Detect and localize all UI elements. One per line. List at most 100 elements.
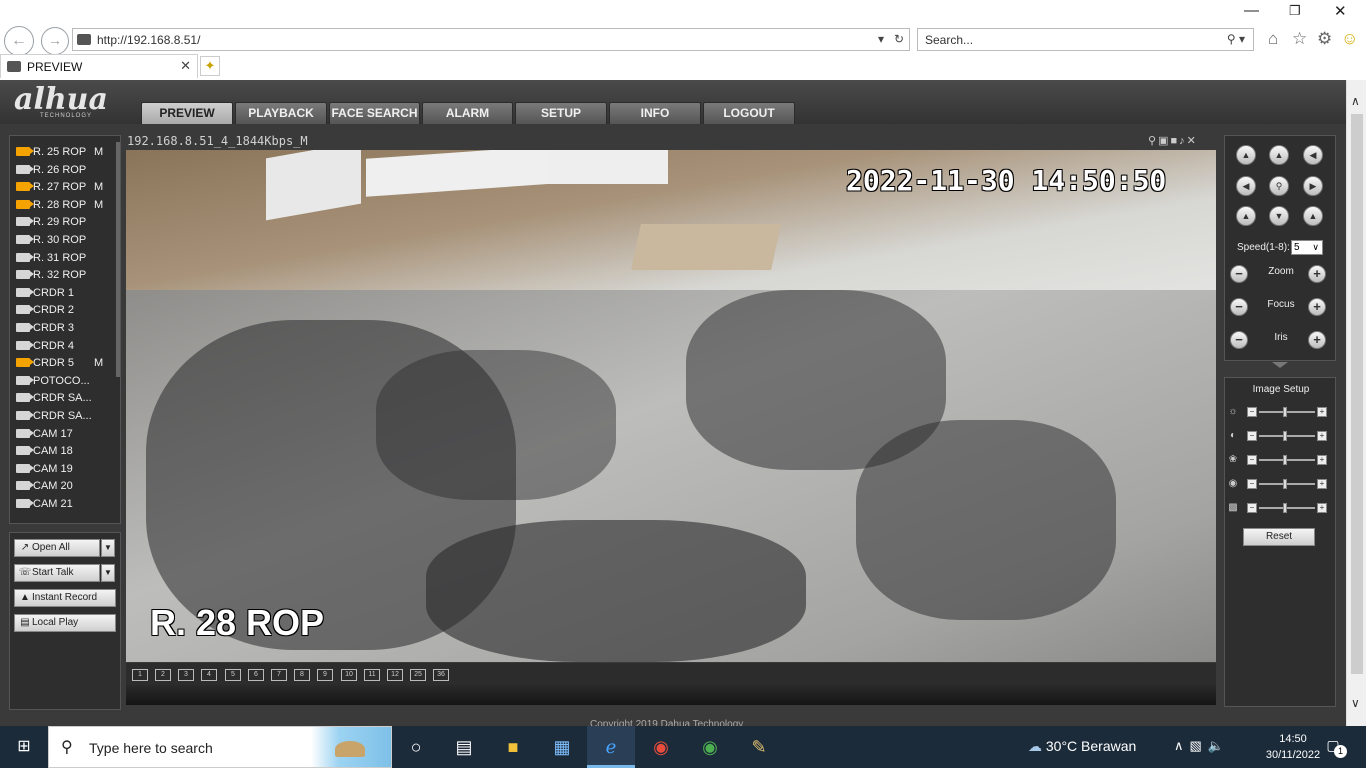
internet-explorer-icon[interactable]: ℯ (587, 726, 635, 768)
file-explorer-icon[interactable]: ■ (489, 726, 537, 768)
close-video-icon[interactable]: ✕ (1187, 135, 1198, 147)
saturation-minus[interactable]: − (1247, 455, 1257, 465)
tab-alarm[interactable]: ALARM (422, 102, 513, 124)
layout-7-icon[interactable]: 7 (271, 669, 287, 681)
windows-start-icon[interactable]: ⊞ (0, 726, 48, 768)
tab-logout[interactable]: LOGOUT (703, 102, 795, 124)
reset-button[interactable]: Reset (1243, 528, 1315, 546)
slider-knob[interactable] (1283, 479, 1287, 489)
refresh-icon[interactable]: ↻ (894, 32, 904, 46)
tab-close-icon[interactable]: ✕ (180, 58, 191, 74)
layout-1-icon[interactable]: 1 (132, 669, 148, 681)
brightness-slider[interactable]: ☼ − + (1227, 406, 1333, 418)
ptz-down-icon[interactable]: ▼ (1269, 206, 1289, 226)
tab-playback[interactable]: PLAYBACK (235, 102, 327, 124)
brightness-minus[interactable]: − (1247, 407, 1257, 417)
layout-12-icon[interactable]: 12 (387, 669, 403, 681)
close-icon[interactable]: ✕ (1334, 2, 1347, 20)
channel-item[interactable]: CRDR 1 (16, 287, 74, 304)
contrast-plus[interactable]: + (1317, 431, 1327, 441)
contrast-slider[interactable]: ◐ − + (1227, 430, 1333, 442)
slider-knob[interactable] (1283, 407, 1287, 417)
ptz-right-icon[interactable]: ▶ (1303, 176, 1323, 196)
chrome-profile-icon[interactable]: ◉ (686, 726, 734, 768)
minimize-icon[interactable]: — (1244, 2, 1259, 19)
channel-item[interactable]: R. 31 ROP (16, 252, 86, 269)
zoom-out-button[interactable]: − (1230, 265, 1248, 283)
slider-knob[interactable] (1283, 431, 1287, 441)
audio-icon[interactable]: ♪ (1179, 135, 1187, 147)
smiley-feedback-icon[interactable]: ☺ (1341, 29, 1358, 49)
ptz-down-right-icon[interactable]: ▲ (1303, 206, 1323, 226)
instant-record-button[interactable]: ▲ Instant Record (14, 589, 116, 607)
layout-6-icon[interactable]: 6 (248, 669, 264, 681)
channel-item[interactable]: R. 29 ROP (16, 216, 86, 233)
contrast-minus[interactable]: − (1247, 431, 1257, 441)
favorites-star-icon[interactable]: ☆ (1292, 29, 1307, 49)
focus-plus-button[interactable]: + (1308, 298, 1326, 316)
search-icon[interactable]: ⚲ ▾ (1227, 32, 1245, 46)
weather-widget[interactable]: ☁ 30°C Berawan (1028, 738, 1136, 755)
paint-icon[interactable]: ✎ (735, 726, 783, 768)
new-tab-icon[interactable]: ✦ (200, 56, 220, 76)
layout-5-icon[interactable]: 5 (225, 669, 241, 681)
cortana-icon[interactable]: ○ (392, 726, 440, 768)
taskbar-clock[interactable]: 14:50 30/11/2022 (1258, 731, 1328, 763)
sharpness-minus[interactable]: − (1247, 503, 1257, 513)
ptz-up-icon[interactable]: ▲ (1269, 145, 1289, 165)
start-talk-dropdown[interactable]: ▼ (101, 564, 115, 582)
saturation-plus[interactable]: + (1317, 455, 1327, 465)
scroll-thumb[interactable] (1351, 114, 1363, 674)
channel-item[interactable]: R. 30 ROP (16, 234, 86, 251)
channel-item[interactable]: R. 27 ROP M (16, 181, 103, 198)
scroll-up-icon[interactable]: ∧ (1351, 94, 1360, 108)
layout-25-icon[interactable]: 25 (410, 669, 426, 681)
iris-minus-button[interactable]: − (1230, 331, 1248, 349)
address-bar[interactable]: http://192.168.8.51/ ▾ ↻ (72, 28, 910, 51)
ptz-up-left-icon[interactable]: ▲ (1236, 145, 1256, 165)
channel-item[interactable]: R. 26 ROP (16, 164, 86, 181)
ptz-center-icon[interactable]: ⚲ (1269, 176, 1289, 196)
channel-item[interactable]: CRDR SA... (16, 392, 92, 409)
forward-icon[interactable]: → (41, 27, 69, 55)
digital-zoom-icon[interactable]: ⚲ (1148, 135, 1158, 147)
hue-plus[interactable]: + (1317, 479, 1327, 489)
search-box[interactable]: Search... ⚲ ▾ (917, 28, 1254, 51)
channel-item[interactable]: CAM 18 (16, 445, 73, 462)
slider-knob[interactable] (1283, 455, 1287, 465)
channel-item[interactable]: CAM 19 (16, 463, 73, 480)
page-scrollbar[interactable]: ∧ ∨ (1346, 80, 1366, 726)
volume-icon[interactable]: 🔈 (1208, 738, 1230, 753)
layout-36-icon[interactable]: 36 (433, 669, 449, 681)
chevron-up-icon[interactable]: ∧ (1174, 738, 1190, 753)
layout-8-icon[interactable]: 8 (294, 669, 310, 681)
layout-11-icon[interactable]: 11 (364, 669, 380, 681)
layout-9-icon[interactable]: 9 (317, 669, 333, 681)
layout-2-icon[interactable]: 2 (155, 669, 171, 681)
start-talk-button[interactable]: ☏Start Talk ▼ (14, 564, 115, 582)
brightness-plus[interactable]: + (1317, 407, 1327, 417)
network-icon[interactable]: ▧ (1190, 738, 1208, 753)
open-all-dropdown[interactable]: ▼ (101, 539, 115, 557)
channel-item[interactable]: R. 25 ROP M (16, 146, 103, 163)
channel-list-scrollbar[interactable] (116, 142, 120, 377)
live-video-view[interactable]: 2022-11-30 14:50:50 R. 28 ROP (126, 150, 1216, 662)
channel-item[interactable]: POTOCO... (16, 375, 90, 392)
ptz-down-left-icon[interactable]: ▲ (1236, 206, 1256, 226)
ptz-left-icon[interactable]: ◀ (1236, 176, 1256, 196)
hue-slider[interactable]: ◉ − + (1227, 478, 1333, 490)
tab-info[interactable]: INFO (609, 102, 701, 124)
channel-item[interactable]: CAM 20 (16, 480, 73, 497)
back-icon[interactable]: ← (4, 26, 34, 56)
channel-item[interactable]: CRDR 4 (16, 340, 74, 357)
slider-knob[interactable] (1283, 503, 1287, 513)
zoom-in-button[interactable]: + (1308, 265, 1326, 283)
tab-face-search[interactable]: FACE SEARCH (329, 102, 420, 124)
channel-item[interactable]: CAM 21 (16, 498, 73, 515)
restore-icon[interactable]: ❐ (1289, 3, 1301, 19)
layout-3-icon[interactable]: 3 (178, 669, 194, 681)
channel-item[interactable]: CRDR SA... (16, 410, 92, 427)
tab-preview[interactable]: PREVIEW (141, 102, 233, 124)
channel-item[interactable]: CRDR 3 (16, 322, 74, 339)
collapse-arrow-icon[interactable] (1272, 362, 1288, 368)
